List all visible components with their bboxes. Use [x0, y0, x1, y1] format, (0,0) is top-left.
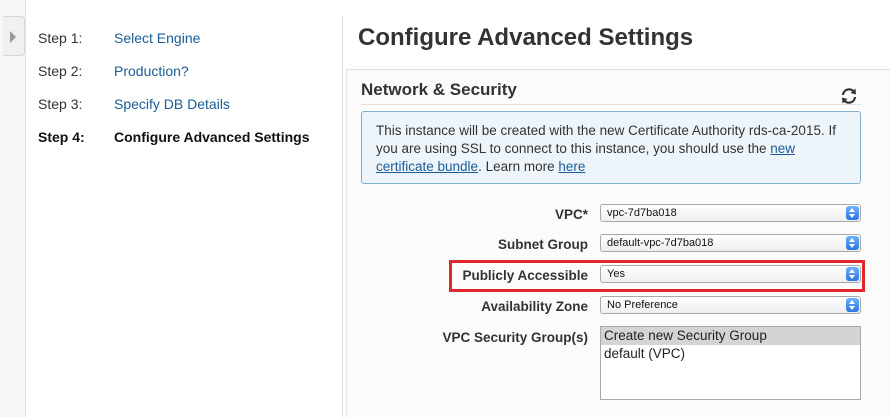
subnet-group-select-value: default-vpc-7d7ba018: [607, 237, 714, 249]
vpc-select-value: vpc-7d7ba018: [607, 207, 677, 219]
learn-more-link[interactable]: here: [558, 159, 585, 174]
vpc-security-groups-listbox[interactable]: Create new Security Group default (VPC): [600, 326, 861, 400]
availability-zone-select-value: No Preference: [607, 299, 678, 311]
subnet-group-label: Subnet Group: [498, 237, 588, 252]
wizard-steps: Step 1: Select Engine Step 2: Production…: [38, 30, 338, 162]
expand-panel-button[interactable]: [3, 16, 25, 56]
step-link-specify-db-details[interactable]: Specify DB Details: [114, 96, 230, 112]
step-2[interactable]: Step 2: Production?: [38, 63, 338, 96]
step-label-configure-advanced: Configure Advanced Settings: [114, 129, 310, 145]
step-number: Step 1:: [38, 30, 83, 46]
security-group-option[interactable]: Create new Security Group: [601, 327, 860, 345]
network-security-section: Network & Security This instance will be…: [346, 69, 890, 417]
info-text-middle: . Learn more: [478, 159, 559, 174]
vertical-divider: [342, 16, 343, 417]
subnet-group-select[interactable]: default-vpc-7d7ba018: [600, 234, 861, 252]
publicly-accessible-select[interactable]: Yes: [600, 265, 861, 283]
vpc-security-groups-label: VPC Security Group(s): [442, 330, 588, 345]
chevron-right-icon: [10, 31, 16, 43]
left-collapse-strip: [0, 0, 26, 417]
refresh-icon[interactable]: [839, 86, 859, 106]
step-3[interactable]: Step 3: Specify DB Details: [38, 96, 338, 129]
select-spinner-icon: [846, 267, 859, 281]
availability-zone-select[interactable]: No Preference: [600, 296, 861, 314]
vpc-label: VPC*: [554, 207, 588, 222]
step-number: Step 4:: [38, 129, 85, 145]
step-number: Step 3:: [38, 96, 83, 112]
certificate-info-box: This instance will be created with the n…: [361, 111, 861, 184]
page-title: Configure Advanced Settings: [358, 24, 694, 51]
select-spinner-icon: [846, 236, 859, 250]
step-1[interactable]: Step 1: Select Engine: [38, 30, 338, 63]
step-link-select-engine[interactable]: Select Engine: [114, 30, 200, 46]
section-title: Network & Security: [361, 80, 517, 99]
security-group-option[interactable]: default (VPC): [601, 345, 860, 363]
info-text: This instance will be created with the n…: [376, 123, 836, 156]
select-spinner-icon: [846, 298, 859, 312]
step-number: Step 2:: [38, 63, 83, 79]
vpc-select[interactable]: vpc-7d7ba018: [600, 204, 861, 222]
step-4-current: Step 4: Configure Advanced Settings: [38, 129, 338, 162]
select-spinner-icon: [846, 206, 859, 220]
publicly-accessible-select-value: Yes: [607, 268, 625, 280]
step-link-production[interactable]: Production?: [114, 63, 189, 79]
section-divider: [361, 104, 861, 105]
availability-zone-label: Availability Zone: [481, 299, 588, 314]
publicly-accessible-label: Publicly Accessible: [462, 268, 588, 283]
